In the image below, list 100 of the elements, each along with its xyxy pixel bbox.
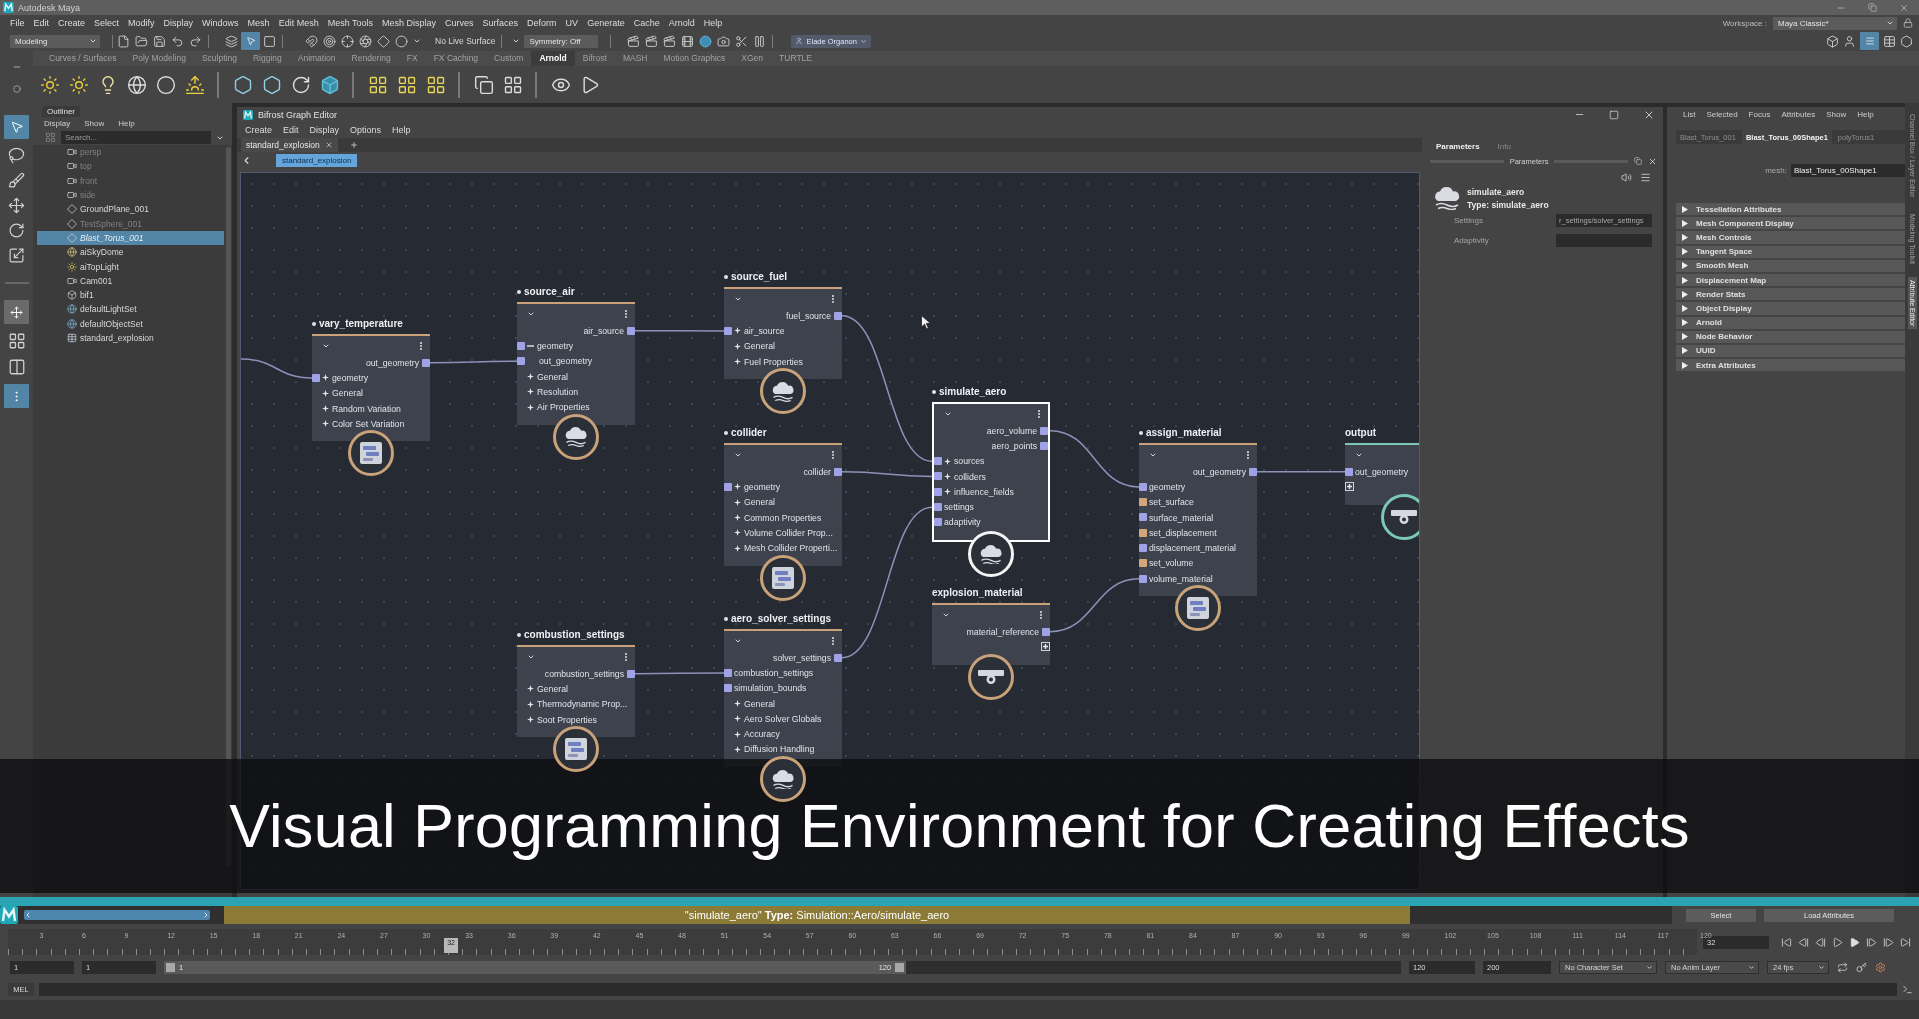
undo-icon[interactable] bbox=[171, 34, 184, 48]
menu-item[interactable]: Help bbox=[1857, 109, 1874, 119]
port-icon[interactable] bbox=[724, 684, 732, 693]
port-icon[interactable] bbox=[1139, 574, 1147, 583]
clapperboard-icon[interactable] bbox=[627, 34, 641, 48]
outliner-item[interactable]: defaultObjectSet bbox=[37, 316, 224, 331]
port-icon[interactable] bbox=[1139, 482, 1147, 491]
scissors-icon[interactable] bbox=[735, 34, 749, 48]
section-header[interactable]: Tangent Space bbox=[1676, 245, 1905, 258]
section-header[interactable]: Object Display bbox=[1676, 302, 1905, 315]
port-icon[interactable] bbox=[1139, 513, 1147, 522]
skip-back-icon[interactable] bbox=[1781, 936, 1792, 948]
symmetry-dropdown[interactable]: Symmetry: Off bbox=[524, 34, 599, 48]
node-card[interactable]: material_reference bbox=[932, 603, 1050, 665]
magnet-icon[interactable] bbox=[305, 34, 318, 48]
person-icon[interactable] bbox=[1843, 34, 1856, 48]
outliner-item[interactable]: Blast_Torus_001 bbox=[37, 230, 224, 246]
shelf-tab[interactable]: Curves / Surfaces bbox=[41, 51, 125, 66]
shelf-tab[interactable]: Rigging bbox=[244, 51, 290, 66]
port-icon[interactable] bbox=[934, 487, 942, 496]
caret-icon[interactable] bbox=[89, 37, 97, 45]
shelf-tab[interactable]: Arnold bbox=[531, 51, 575, 66]
caret-icon[interactable] bbox=[512, 37, 521, 45]
grid-icon[interactable] bbox=[397, 74, 417, 95]
menu-item[interactable]: List bbox=[1683, 109, 1696, 119]
settings-icon[interactable] bbox=[1875, 961, 1886, 973]
key-forward-icon[interactable] bbox=[1866, 936, 1877, 948]
circle-icon[interactable] bbox=[395, 34, 408, 48]
port-icon[interactable] bbox=[517, 341, 525, 350]
caret-icon[interactable] bbox=[859, 37, 867, 45]
camera-icon[interactable] bbox=[717, 34, 731, 48]
panel-tab[interactable]: Parameters bbox=[1436, 141, 1480, 151]
caret-icon[interactable] bbox=[413, 37, 421, 45]
port-icon[interactable] bbox=[517, 357, 525, 366]
plus-icon[interactable] bbox=[734, 342, 741, 350]
section-header[interactable]: Arnold bbox=[1676, 316, 1905, 329]
menu-item[interactable]: Curves bbox=[445, 18, 474, 28]
move-icon[interactable] bbox=[8, 197, 25, 214]
copy-icon[interactable] bbox=[474, 74, 494, 95]
key-back-icon[interactable] bbox=[1815, 936, 1826, 948]
menu-item[interactable]: Show bbox=[1826, 109, 1847, 119]
port-icon[interactable] bbox=[1139, 559, 1147, 568]
grid-icon[interactable] bbox=[368, 74, 388, 95]
menu-item[interactable]: Mesh Tools bbox=[327, 18, 373, 28]
close-icon[interactable] bbox=[324, 141, 333, 149]
port-icon[interactable] bbox=[724, 326, 732, 335]
section-header[interactable]: Node Behavior bbox=[1676, 330, 1905, 343]
node-card[interactable]: out_geometry geometry General Random Variation Color Set Variation bbox=[312, 334, 430, 442]
port-icon[interactable] bbox=[627, 326, 635, 335]
port-icon[interactable] bbox=[1139, 544, 1147, 553]
section-header[interactable]: Mesh Controls bbox=[1676, 231, 1905, 244]
port-icon[interactable] bbox=[627, 669, 635, 678]
menu-item[interactable]: Surfaces bbox=[482, 18, 519, 28]
section-header[interactable]: Render Stats bbox=[1676, 288, 1905, 301]
caret-icon[interactable] bbox=[1646, 963, 1653, 971]
node-card[interactable]: out_geometry geometry set_surface surface_material set_displacement displacement_material set_volume volume_material bbox=[1139, 443, 1257, 597]
crosshair-icon[interactable] bbox=[341, 34, 354, 48]
range-slider-fill[interactable] bbox=[164, 960, 907, 974]
menu-item[interactable]: Edit Mesh bbox=[278, 18, 319, 28]
step-back-icon[interactable] bbox=[1798, 936, 1809, 948]
plus-icon[interactable] bbox=[322, 420, 329, 428]
speaker-icon[interactable] bbox=[1621, 171, 1632, 183]
outliner-item[interactable]: Cam001 bbox=[37, 273, 224, 288]
film-icon[interactable] bbox=[681, 34, 695, 48]
node-card[interactable]: out_geometry bbox=[1345, 443, 1419, 505]
plus-icon[interactable] bbox=[527, 373, 534, 381]
step-forward-icon[interactable] bbox=[1883, 936, 1894, 948]
section-header[interactable]: Extra Attributes bbox=[1676, 359, 1905, 372]
menu-item[interactable]: Modify bbox=[128, 18, 155, 28]
arrow-left-icon[interactable] bbox=[24, 911, 32, 919]
breadcrumb[interactable]: standard_explosion bbox=[276, 154, 358, 167]
menu-item[interactable]: Select bbox=[94, 18, 120, 28]
hexagon-icon[interactable] bbox=[233, 74, 253, 95]
folder-icon[interactable] bbox=[135, 34, 148, 48]
target-icon[interactable] bbox=[323, 34, 336, 48]
plus-icon[interactable] bbox=[734, 514, 741, 522]
menu-icon[interactable] bbox=[1640, 171, 1651, 183]
circle-icon[interactable] bbox=[156, 74, 176, 95]
plus-icon[interactable] bbox=[944, 457, 951, 465]
close-icon[interactable] bbox=[1648, 156, 1657, 166]
globe-icon[interactable] bbox=[127, 74, 147, 95]
panel-tab[interactable]: Outliner bbox=[42, 106, 80, 117]
port-icon[interactable] bbox=[422, 358, 430, 367]
input-field[interactable] bbox=[1556, 233, 1652, 247]
caret-icon[interactable] bbox=[1748, 963, 1755, 971]
hexagon-icon[interactable] bbox=[262, 74, 282, 95]
node-card[interactable]: aero_volume aero_points sources colliders influence_fields settings adaptivity bbox=[932, 402, 1050, 543]
node-card[interactable]: fuel_source air_source General Fuel Properties bbox=[724, 287, 842, 380]
node-card[interactable]: collider geometry General Common Properties Volume Collider Prop... Mesh Collider Properti... bbox=[724, 443, 842, 566]
menu-item[interactable]: Cache bbox=[633, 18, 660, 28]
plus-icon[interactable] bbox=[527, 685, 534, 693]
script-editor-icon[interactable] bbox=[1902, 983, 1913, 995]
scrollbar[interactable] bbox=[24, 910, 210, 920]
input-field[interactable]: Blast_Torus_00Shape1 bbox=[1791, 164, 1905, 177]
port-icon[interactable] bbox=[934, 472, 942, 481]
shelf-tab[interactable]: Animation bbox=[289, 51, 344, 66]
minus-icon[interactable] bbox=[527, 344, 534, 347]
layout-button[interactable] bbox=[4, 300, 29, 324]
menu-item[interactable]: Arnold bbox=[668, 18, 695, 28]
menu-item[interactable]: Display bbox=[44, 119, 71, 128]
